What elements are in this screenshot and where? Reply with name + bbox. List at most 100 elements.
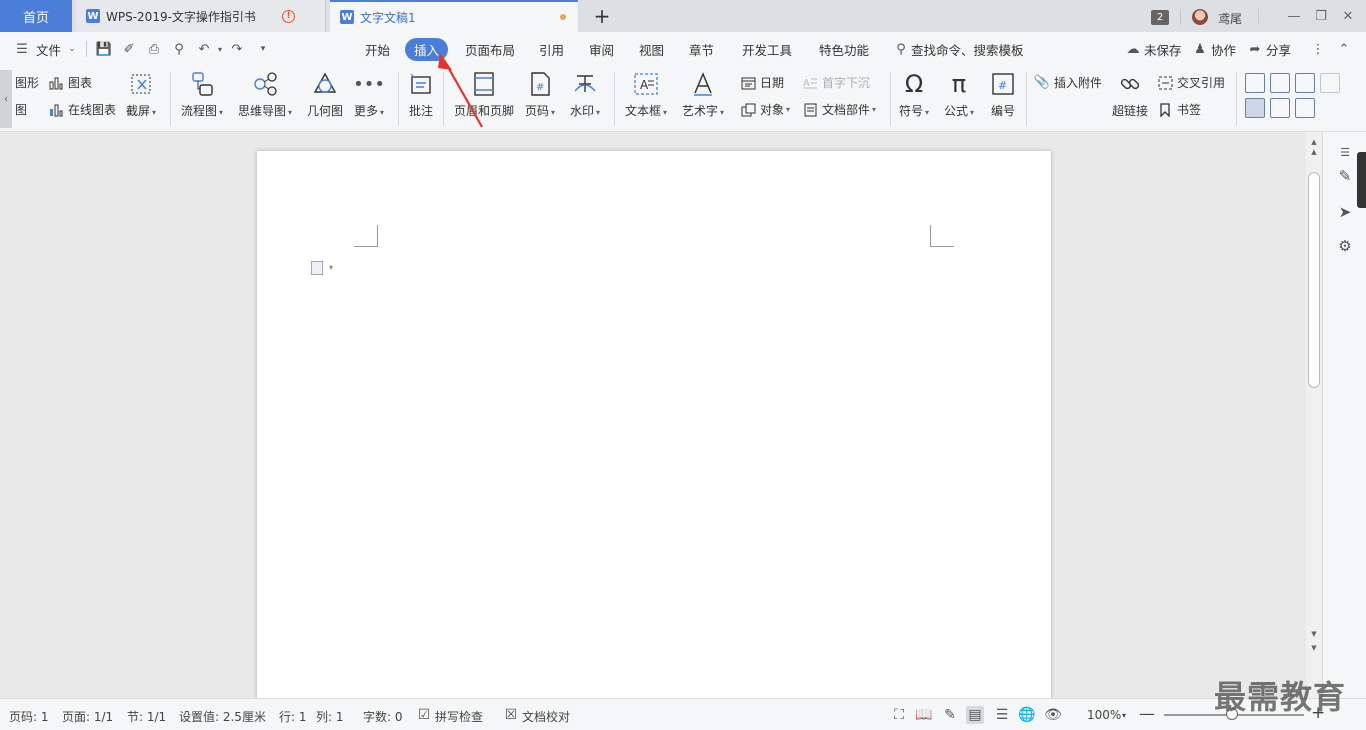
content-control-picture-icon[interactable]: [1270, 98, 1290, 118]
picture-button[interactable]: 图: [15, 101, 27, 118]
tab-document-guide[interactable]: W WPS-2019-文字操作指引书 !: [76, 0, 326, 32]
undo-icon[interactable]: ↶: [196, 41, 212, 57]
scroll-up-icon[interactable]: ▲: [1306, 148, 1322, 156]
content-control-checkbox-icon[interactable]: [1270, 73, 1290, 93]
share-button[interactable]: 分享: [1266, 40, 1291, 59]
scrollbar-thumb[interactable]: [1308, 172, 1320, 388]
collaborate-button[interactable]: 协作: [1211, 40, 1236, 59]
symbol-button[interactable]: Ω 符号 ▾: [899, 70, 929, 119]
header-footer-button[interactable]: 页眉和页脚: [454, 70, 514, 119]
status-section[interactable]: 节: 1/1: [127, 708, 166, 725]
minimize-button[interactable]: —: [1284, 6, 1304, 26]
formula-button[interactable]: π 公式 ▾: [944, 70, 974, 119]
content-control-rich-icon[interactable]: [1245, 98, 1265, 118]
command-search[interactable]: 查找命令、搜索模板: [911, 40, 1024, 59]
close-button[interactable]: ✕: [1338, 6, 1358, 26]
shapes-button[interactable]: 图形: [15, 74, 39, 91]
write-mode-icon[interactable]: ✎: [941, 706, 959, 724]
numbering-button[interactable]: # 编号: [990, 70, 1016, 119]
screenshot-button[interactable]: 截屏 ▾: [126, 70, 156, 119]
print-icon[interactable]: ⎙: [146, 41, 162, 57]
comment-button[interactable]: 批注: [408, 70, 434, 119]
tab-home[interactable]: 首页: [0, 0, 72, 32]
object-button[interactable]: 对象 ▾: [740, 101, 790, 118]
page-view-icon[interactable]: ▤: [966, 706, 984, 724]
hamburger-icon[interactable]: ☰: [14, 41, 30, 57]
paste-options-icon[interactable]: [311, 261, 323, 275]
chevron-down-icon[interactable]: ⌄: [64, 41, 80, 57]
customize-dropdown-icon[interactable]: ▾: [255, 41, 271, 57]
status-setting[interactable]: 设置值: 2.5厘米: [179, 708, 266, 725]
status-page[interactable]: 页码: 1: [9, 708, 49, 725]
tab-document-active[interactable]: W 文字文稿1: [330, 0, 578, 32]
settings-sliders-icon[interactable]: ⚙: [1335, 236, 1355, 256]
zoom-out-button[interactable]: —: [1139, 704, 1155, 723]
avatar[interactable]: [1192, 9, 1208, 25]
print-preview-icon[interactable]: ⚲: [171, 41, 187, 57]
status-col[interactable]: 列: 1: [316, 708, 344, 725]
geometry-button[interactable]: 几何图: [307, 70, 343, 119]
content-control-text-icon[interactable]: [1245, 73, 1265, 93]
document-page[interactable]: ▾: [257, 151, 1051, 711]
status-row[interactable]: 行: 1: [279, 708, 307, 725]
tab-references[interactable]: 引用: [539, 40, 564, 59]
tab-section[interactable]: 章节: [689, 40, 714, 59]
scroll-top-icon[interactable]: ▲: [1306, 138, 1322, 146]
ribbon-scroll-left[interactable]: ‹: [0, 70, 12, 128]
zoom-dropdown-icon[interactable]: ▾: [1122, 711, 1126, 720]
chevron-down-icon[interactable]: ▾: [329, 263, 333, 272]
undo-dropdown-icon[interactable]: ▾: [212, 41, 228, 57]
online-chart-button[interactable]: 在线图表: [48, 101, 116, 118]
web-view-icon[interactable]: 🌐: [1018, 706, 1036, 724]
file-menu[interactable]: 文件: [36, 40, 61, 59]
tab-insert[interactable]: 插入: [405, 38, 449, 61]
tab-review[interactable]: 审阅: [589, 40, 614, 59]
eye-protection-icon[interactable]: 👁: [1044, 706, 1062, 724]
pen-icon[interactable]: ✎: [1335, 166, 1355, 186]
attachment-button[interactable]: 📎 插入附件: [1034, 74, 1102, 91]
status-word-count[interactable]: 字数: 0: [363, 708, 403, 725]
status-pages[interactable]: 页面: 1/1: [62, 708, 113, 725]
tab-start[interactable]: 开始: [365, 40, 390, 59]
cross-reference-button[interactable]: 交叉引用: [1157, 74, 1225, 91]
spellcheck-button[interactable]: 拼写检查: [435, 708, 483, 725]
hyperlink-button[interactable]: 超链接: [1112, 70, 1148, 119]
collapse-ribbon-icon[interactable]: ⌃: [1336, 41, 1352, 57]
fullscreen-icon[interactable]: ⛶: [890, 706, 908, 724]
content-control-date-icon[interactable]: [1320, 73, 1340, 93]
scroll-bottom-icon[interactable]: ▼: [1306, 644, 1322, 652]
wordart-button[interactable]: 艺术字 ▾: [682, 70, 724, 119]
format-painter-icon[interactable]: ✐: [121, 41, 137, 57]
more-button[interactable]: ••• 更多 ▾: [353, 70, 385, 119]
date-button[interactable]: 日期: [740, 74, 784, 91]
textbox-button[interactable]: A 文本框 ▾: [625, 70, 667, 119]
content-control-list-icon[interactable]: [1295, 73, 1315, 93]
zoom-level[interactable]: 100%: [1087, 708, 1121, 722]
proofread-button[interactable]: 文档校对: [522, 708, 570, 725]
tab-features[interactable]: 特色功能: [819, 40, 869, 59]
restore-button[interactable]: ❐: [1311, 6, 1331, 26]
more-options-icon[interactable]: ⋮: [1310, 41, 1326, 57]
outline-view-icon[interactable]: ☰: [993, 706, 1011, 724]
username[interactable]: 鸢尾: [1218, 10, 1242, 27]
watermark-button[interactable]: 水印 ▾: [570, 70, 600, 119]
bookmark-button[interactable]: 书签: [1157, 101, 1201, 118]
tab-page-layout[interactable]: 页面布局: [465, 40, 515, 59]
unsaved-status[interactable]: 未保存: [1144, 40, 1182, 59]
save-icon[interactable]: 💾: [96, 41, 112, 57]
window-count-badge[interactable]: 2: [1151, 10, 1169, 25]
dropcap-button[interactable]: A 首字下沉: [802, 74, 871, 91]
new-tab-button[interactable]: +: [592, 4, 612, 28]
scroll-down-icon[interactable]: ▼: [1306, 630, 1322, 638]
select-cursor-icon[interactable]: ➤: [1335, 202, 1355, 222]
tab-view[interactable]: 视图: [639, 40, 664, 59]
chart-button[interactable]: 图表: [48, 74, 92, 91]
doc-parts-button[interactable]: 文档部件 ▾: [802, 101, 876, 118]
reading-view-icon[interactable]: 📖: [915, 706, 933, 724]
side-panel-tab[interactable]: [1357, 152, 1366, 208]
redo-icon[interactable]: ↷: [229, 41, 245, 57]
flowchart-button[interactable]: 流程图 ▾: [181, 70, 223, 119]
vertical-scrollbar[interactable]: ▲ ▲ ▼ ▼: [1306, 132, 1322, 698]
content-control-group-icon[interactable]: [1295, 98, 1315, 118]
panel-menu-icon[interactable]: ☰: [1335, 142, 1355, 162]
